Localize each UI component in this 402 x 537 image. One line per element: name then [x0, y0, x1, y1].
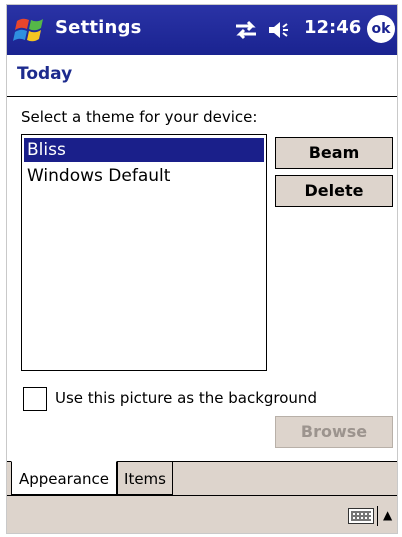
input-panel-arrow-icon[interactable]: ▲ [383, 508, 392, 522]
browse-button[interactable]: Browse [275, 416, 393, 448]
volume-icon[interactable] [267, 19, 295, 41]
windows-flag-icon [13, 18, 43, 42]
tab-appearance[interactable]: Appearance [11, 461, 117, 495]
background-checkbox-label[interactable]: Use this picture as the background [55, 389, 317, 407]
beam-button[interactable]: Beam [275, 137, 393, 169]
app-title: Settings [55, 17, 142, 38]
device-screen: Settings 12:46 ok Today Select a theme f… [6, 4, 398, 534]
keyboard-icon[interactable] [348, 508, 374, 524]
background-checkbox[interactable] [23, 387, 47, 411]
ok-button[interactable]: ok [367, 15, 395, 43]
connectivity-icon[interactable] [233, 19, 259, 41]
theme-list[interactable]: Bliss Windows Default [21, 134, 267, 371]
theme-item-windows-default[interactable]: Windows Default [24, 164, 264, 188]
page-title: Today [17, 64, 73, 84]
theme-item-bliss[interactable]: Bliss [24, 138, 264, 162]
start-menu-button[interactable] [13, 13, 49, 47]
theme-prompt: Select a theme for your device: [21, 108, 258, 126]
tab-items[interactable]: Items [117, 461, 173, 495]
clock[interactable]: 12:46 [304, 17, 361, 38]
delete-button[interactable]: Delete [275, 175, 393, 207]
menu-bar: ▲ [7, 495, 397, 533]
page-header: Today [7, 55, 397, 97]
title-bar: Settings 12:46 ok [7, 5, 397, 55]
sip-divider [377, 506, 378, 526]
